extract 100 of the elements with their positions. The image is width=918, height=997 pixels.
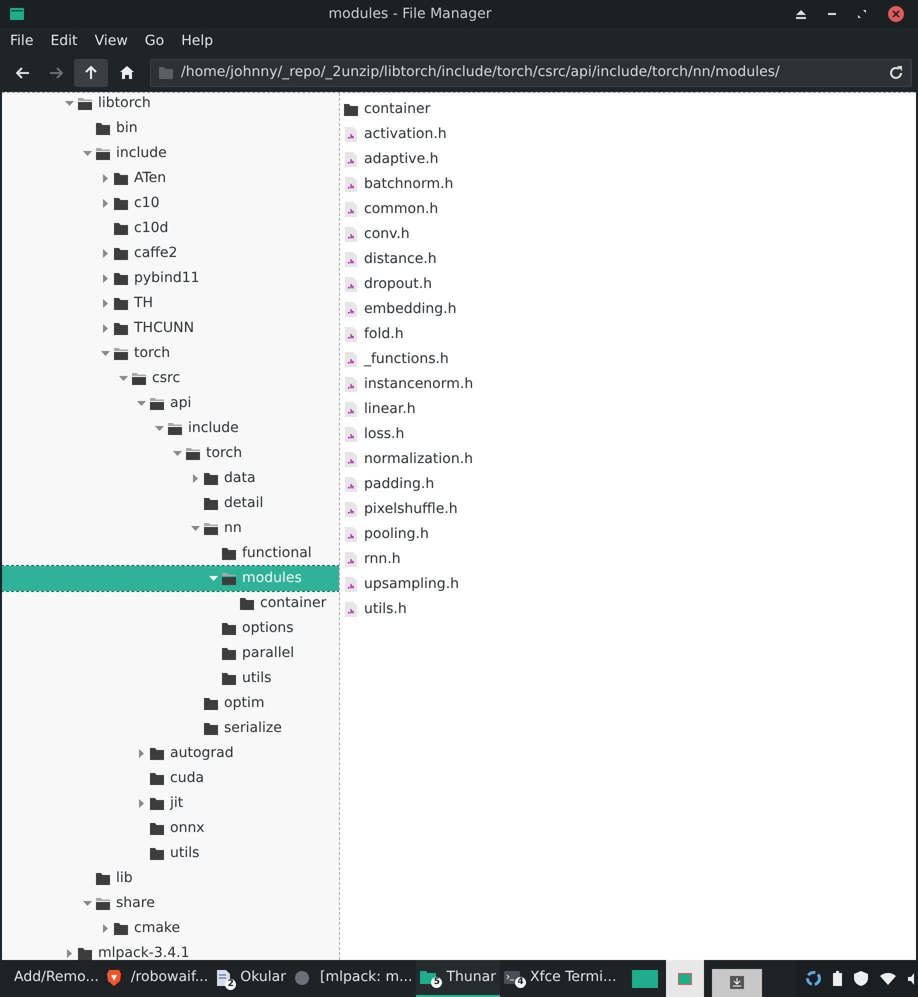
wifi-icon[interactable]: [880, 972, 896, 984]
file-name[interactable]: padding.h: [364, 474, 434, 495]
file-name[interactable]: _functions.h: [364, 349, 449, 370]
expanded-arrow-icon[interactable]: [190, 526, 200, 531]
taskbar-button[interactable]: 5 Thunar: [416, 960, 500, 997]
expanded-arrow-icon[interactable]: [208, 576, 218, 581]
tree-item-label[interactable]: nn: [224, 518, 242, 539]
up-button[interactable]: [74, 58, 108, 86]
taskbar-button[interactable]: /robowaif...: [102, 960, 212, 997]
collapsed-arrow-icon[interactable]: [192, 474, 198, 483]
tree-item-label[interactable]: caffe2: [134, 243, 178, 264]
taskbar-button[interactable]: Add/Remo...: [0, 960, 103, 997]
tree-item-label[interactable]: api: [170, 393, 192, 414]
workspace-button[interactable]: [632, 970, 658, 988]
tree-item-label[interactable]: include: [188, 418, 239, 439]
file-name[interactable]: distance.h: [364, 249, 437, 270]
collapsed-arrow-icon[interactable]: [102, 199, 108, 208]
tree-item-label[interactable]: mlpack-3.4.1: [98, 943, 190, 960]
expanded-arrow-icon[interactable]: [172, 451, 182, 456]
file-name[interactable]: adaptive.h: [364, 149, 439, 170]
swirl-icon[interactable]: [806, 971, 821, 986]
path-field[interactable]: /home/johnny/_repo/_2unzip/libtorch/include/torch/csrc/api/include/torch/nn/modules/: [150, 58, 912, 86]
file-name[interactable]: embedding.h: [364, 299, 456, 320]
collapsed-arrow-icon[interactable]: [102, 924, 108, 933]
tree-item-label[interactable]: utils: [170, 843, 200, 864]
collapsed-arrow-icon[interactable]: [138, 799, 144, 808]
tree-item-label[interactable]: utils: [242, 668, 272, 689]
tree-item-label[interactable]: jit: [170, 793, 184, 814]
collapsed-arrow-icon[interactable]: [102, 324, 108, 333]
tree-item-label[interactable]: options: [242, 618, 294, 639]
close-icon[interactable]: [888, 6, 904, 22]
tree-item-label[interactable]: cmake: [134, 918, 180, 939]
file-name[interactable]: loss.h: [364, 424, 404, 445]
file-name[interactable]: conv.h: [364, 224, 410, 245]
expanded-arrow-icon[interactable]: [82, 151, 92, 156]
file-name[interactable]: utils.h: [364, 599, 407, 620]
expanded-arrow-icon[interactable]: [154, 426, 164, 431]
file-name[interactable]: dropout.h: [364, 274, 432, 295]
tree-item-label[interactable]: pybind11: [134, 268, 200, 289]
tree-item-label[interactable]: serialize: [224, 718, 282, 739]
expanded-arrow-icon[interactable]: [136, 401, 146, 406]
file-name[interactable]: upsampling.h: [364, 574, 460, 595]
file-name[interactable]: rnn.h: [364, 549, 401, 570]
taskbar-button[interactable]: 4 Xfce Termi...: [500, 960, 620, 997]
tree-item-label[interactable]: libtorch: [98, 93, 151, 114]
tree-item-label[interactable]: parallel: [242, 643, 294, 664]
tree-item-label[interactable]: share: [116, 893, 155, 914]
file-name[interactable]: pooling.h: [364, 524, 429, 545]
menu-item[interactable]: Edit: [44, 31, 84, 52]
tree-item-label[interactable]: container: [260, 593, 326, 614]
tree-item-label[interactable]: TH: [134, 293, 154, 314]
menu-item[interactable]: View: [88, 31, 134, 52]
taskbar-button[interactable]: 2 Okular: [212, 960, 290, 997]
tree-item-label[interactable]: autograd: [170, 743, 234, 764]
tree-item-label[interactable]: include: [116, 143, 167, 164]
tree-item-label[interactable]: functional: [242, 543, 312, 564]
file-name[interactable]: container: [364, 99, 430, 120]
file-name[interactable]: pixelshuffle.h: [364, 499, 458, 520]
maximize-icon[interactable]: [858, 10, 866, 18]
workspace-button[interactable]: [712, 968, 762, 996]
tree-item-label[interactable]: onnx: [170, 818, 205, 839]
tree-item-label[interactable]: torch: [134, 343, 170, 364]
collapsed-arrow-icon[interactable]: [102, 299, 108, 308]
tree-item-label[interactable]: bin: [116, 118, 138, 139]
file-name[interactable]: fold.h: [364, 324, 404, 345]
tree-item-label[interactable]: c10: [134, 193, 160, 214]
expanded-arrow-icon[interactable]: [118, 376, 128, 381]
file-name[interactable]: activation.h: [364, 124, 447, 145]
collapsed-arrow-icon[interactable]: [102, 174, 108, 183]
battery-icon[interactable]: [833, 971, 842, 986]
expanded-arrow-icon[interactable]: [82, 901, 92, 906]
file-name[interactable]: common.h: [364, 199, 438, 220]
file-name[interactable]: normalization.h: [364, 449, 474, 470]
tree-item-label[interactable]: csrc: [152, 368, 180, 389]
tree-item-label[interactable]: THCUNN: [134, 318, 194, 339]
tree-item-label[interactable]: lib: [116, 868, 133, 889]
tree-item-label[interactable]: detail: [224, 493, 264, 514]
tree-item-label[interactable]: c10d: [134, 218, 168, 239]
tree-item-label[interactable]: torch: [206, 443, 242, 464]
expanded-arrow-icon[interactable]: [64, 101, 74, 106]
reload-icon[interactable]: [889, 66, 903, 80]
eject-icon[interactable]: [796, 10, 806, 18]
menu-item[interactable]: Help: [175, 31, 220, 52]
tree-item-label[interactable]: data: [224, 468, 256, 489]
tree-item-label[interactable]: optim: [224, 693, 264, 714]
taskbar-button[interactable]: [mlpack: m...: [290, 960, 416, 997]
volume-icon[interactable]: [908, 972, 914, 984]
shield-icon[interactable]: [854, 971, 868, 986]
collapsed-arrow-icon[interactable]: [102, 274, 108, 283]
tree-item-label[interactable]: cuda: [170, 768, 204, 789]
collapsed-arrow-icon[interactable]: [138, 749, 144, 758]
collapsed-arrow-icon[interactable]: [102, 249, 108, 258]
menu-item[interactable]: Go: [138, 31, 170, 52]
expanded-arrow-icon[interactable]: [100, 351, 110, 356]
file-name[interactable]: batchnorm.h: [364, 174, 454, 195]
tree-item-label[interactable]: ATen: [134, 168, 166, 189]
file-name[interactable]: linear.h: [364, 399, 416, 420]
menu-item[interactable]: File: [4, 31, 40, 52]
file-name[interactable]: instancenorm.h: [364, 374, 474, 395]
collapsed-arrow-icon[interactable]: [66, 949, 72, 958]
